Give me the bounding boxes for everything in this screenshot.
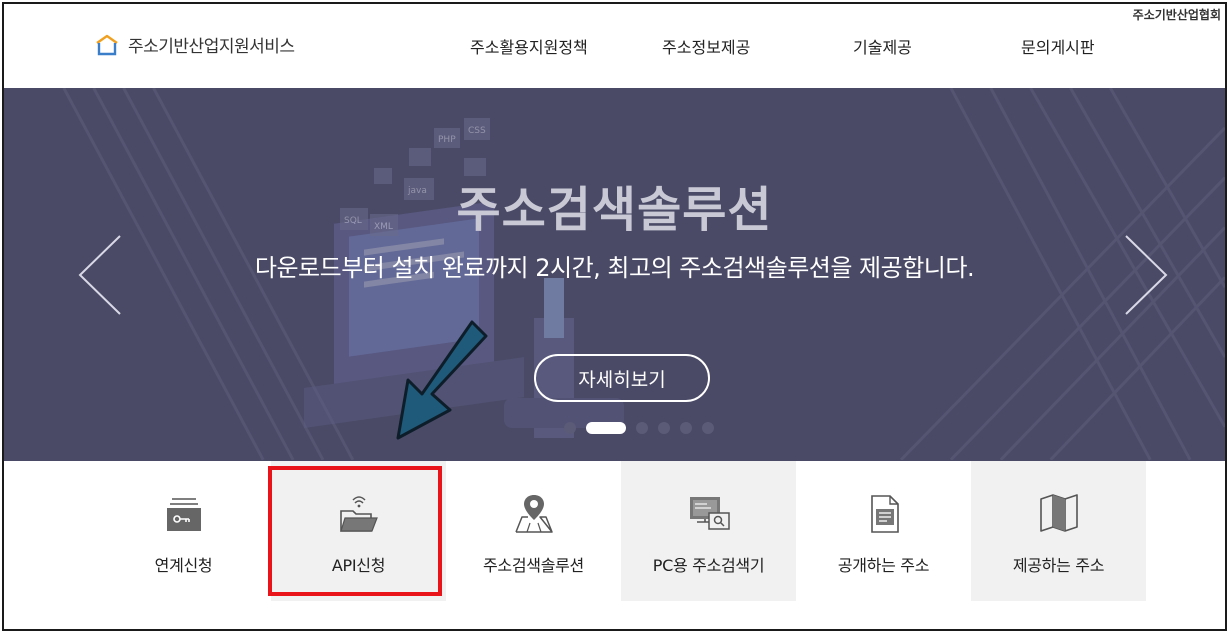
hero-banner: PHP CSS java SQL XML 주소검색솔루션 다운로드부터 설치 완… xyxy=(4,88,1225,461)
document-icon xyxy=(870,495,899,533)
quick-item-link-request[interactable]: 연계신청 xyxy=(96,461,271,601)
details-button[interactable]: 자세히보기 xyxy=(534,354,710,402)
quick-item-search-solution[interactable]: 주소검색솔루션 xyxy=(446,461,621,601)
nav-item-board[interactable]: 문의게시판 xyxy=(1021,34,1095,58)
next-slide-icon[interactable] xyxy=(1122,234,1170,316)
map-icon xyxy=(1039,494,1078,532)
quick-item-label: 공개하는 주소 xyxy=(837,556,930,575)
slide-dot[interactable] xyxy=(564,422,576,434)
site-header: 주소기반산업협회 주소기반산업지원서비스 주소활용지원정책 주소정보제공 기술제… xyxy=(4,4,1225,88)
quick-item-label: 연계신청 xyxy=(154,556,213,575)
nav-item-address-info[interactable]: 주소정보제공 xyxy=(662,34,750,58)
quick-item-api-request[interactable]: API신청 xyxy=(271,461,446,601)
tag-css: CSS xyxy=(468,126,486,136)
prev-slide-icon[interactable] xyxy=(76,234,124,316)
slide-dot[interactable] xyxy=(658,422,670,434)
quick-item-label: PC용 주소검색기 xyxy=(652,556,765,575)
nav-item-address-policy[interactable]: 주소활용지원정책 xyxy=(470,34,588,58)
slide-indicator xyxy=(564,422,714,434)
hero-title: 주소검색솔루션 xyxy=(456,182,773,238)
org-link[interactable]: 주소기반산업협회 xyxy=(1133,6,1221,23)
quick-item-label: API신청 xyxy=(331,556,386,575)
quick-item-pc-search[interactable]: PC용 주소검색기 xyxy=(621,461,796,601)
slide-dot[interactable] xyxy=(586,422,626,434)
map-pin-icon xyxy=(514,495,553,533)
quick-item-label: 제공하는 주소 xyxy=(1012,556,1105,575)
quick-item-public-address[interactable]: 공개하는 주소 xyxy=(796,461,971,601)
main-nav: 주소활용지원정책 주소정보제공 기술제공 문의게시판 xyxy=(4,34,1225,58)
key-folder-icon xyxy=(166,498,201,531)
page-frame: 주소기반산업협회 주소기반산업지원서비스 주소활용지원정책 주소정보제공 기술제… xyxy=(2,2,1227,631)
hero-subtitle: 다운로드부터 설치 완료까지 2시간, 최고의 주소검색솔루션을 제공합니다. xyxy=(254,254,975,282)
api-folder-icon xyxy=(339,496,378,532)
nav-item-tech[interactable]: 기술제공 xyxy=(853,34,912,58)
quick-item-provided-address[interactable]: 제공하는 주소 xyxy=(971,461,1146,601)
tag-php: PHP xyxy=(438,135,456,145)
slide-dot[interactable] xyxy=(702,422,714,434)
slide-dot[interactable] xyxy=(680,422,692,434)
annotation-arrow-icon xyxy=(396,320,488,440)
quick-item-label: 주소검색솔루션 xyxy=(483,556,584,575)
quick-menu: 연계신청 API신청 주소검색솔루션 PC용 주소검색기 공개하는 주소 제공하… xyxy=(4,461,1225,601)
pc-search-icon xyxy=(689,497,730,530)
slide-dot[interactable] xyxy=(636,422,648,434)
